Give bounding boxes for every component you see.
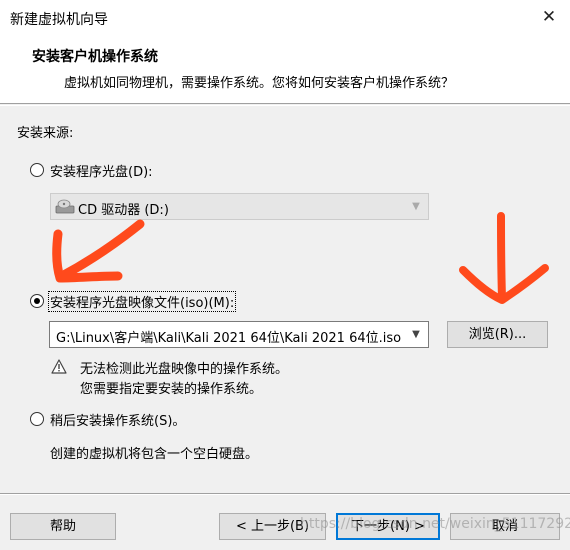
page-description: 虚拟机如同物理机，需要操作系统。您将如何安装客户机操作系统？ — [64, 76, 455, 91]
chevron-down-icon[interactable]: ▼ — [408, 326, 424, 342]
disc-option-label[interactable]: 安装程序光盘(D): — [50, 161, 153, 180]
iso-path-value: G:\Linux\客户端\Kali\Kali 2021 64位\Kali 202… — [56, 331, 402, 346]
annotation-arrow-left — [52, 219, 145, 283]
disc-radio[interactable] — [30, 163, 44, 177]
header-divider — [0, 105, 570, 106]
iso-path-combo[interactable]: G:\Linux\客户端\Kali\Kali 2021 64位\Kali 202… — [49, 321, 429, 348]
window-title: 新建虚拟机向导 — [10, 12, 108, 28]
install-later-description: 创建的虚拟机将包含一个空白硬盘。 — [50, 447, 259, 462]
install-source-label: 安装来源: — [17, 126, 74, 141]
annotation-arrow-down — [459, 212, 549, 304]
chevron-down-icon: ▼ — [412, 201, 420, 212]
warning-text-line2: 您需要指定要安装的操作系统。 — [80, 382, 263, 397]
iso-option-label[interactable]: 安装程序光盘映像文件(iso)(M): — [48, 291, 237, 312]
title-bar: 新建虚拟机向导 ✕ — [0, 0, 570, 34]
browse-button[interactable]: 浏览(R)... — [447, 321, 548, 348]
install-later-label[interactable]: 稍后安装操作系统(S)。 — [50, 410, 185, 429]
page-heading: 安装客户机操作系统 — [32, 49, 158, 65]
footer-divider-highlight — [0, 494, 570, 495]
watermark: https://blog.csdn.net/weixin_51117292 — [300, 516, 570, 532]
install-later-radio[interactable] — [30, 412, 44, 426]
close-icon[interactable]: ✕ — [536, 4, 562, 30]
warning-text-line1: 无法检测此光盘映像中的操作系统。 — [80, 362, 289, 377]
wizard-header: 安装客户机操作系统 虚拟机如同物理机，需要操作系统。您将如何安装客户机操作系统？ — [0, 34, 570, 104]
warning-icon — [51, 359, 67, 374]
iso-radio[interactable] — [30, 294, 44, 308]
help-button[interactable]: 帮助 — [10, 513, 116, 540]
